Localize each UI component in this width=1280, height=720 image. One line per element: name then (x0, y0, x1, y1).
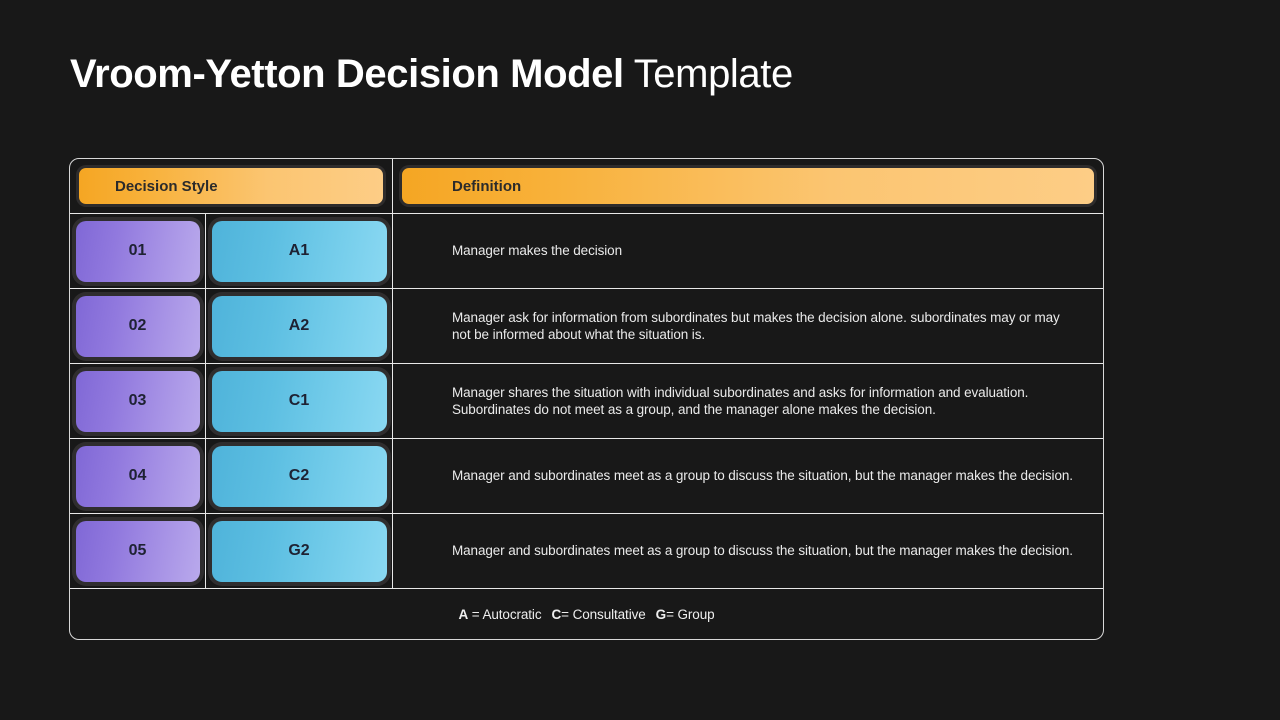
row-definition-text: Manager and subordinates meet as a group… (452, 543, 1073, 559)
row-number-cell: 05 (70, 514, 206, 588)
table-row: 03 C1 Manager shares the situation with … (70, 364, 1103, 439)
row-style-cell: C1 (206, 364, 393, 438)
page-title-bold: Vroom-Yetton Decision Model (70, 52, 624, 96)
row-style-cell: G2 (206, 514, 393, 588)
row-definition-text: Manager and subordinates meet as a group… (452, 468, 1073, 484)
table-row: 02 A2 Manager ask for information from s… (70, 289, 1103, 364)
row-number-pill[interactable]: 04 (75, 445, 200, 507)
row-style-pill[interactable]: A2 (211, 295, 387, 357)
row-style-cell: C2 (206, 439, 393, 513)
page-title: Vroom-Yetton Decision Model Template (70, 47, 793, 101)
row-definition-text: Manager ask for information from subordi… (452, 309, 1060, 343)
decision-style-table: Decision Style Definition 01 A1 Manager … (69, 158, 1104, 640)
legend-value-g: = Group (666, 607, 715, 622)
slide-root: Vroom-Yetton Decision Model Template Dec… (0, 0, 1280, 720)
row-number-cell: 01 (70, 214, 206, 288)
row-number-pill[interactable]: 01 (75, 220, 200, 282)
row-definition-cell: Manager makes the decision (393, 214, 1103, 288)
row-number-pill[interactable]: 05 (75, 520, 200, 582)
legend-text: A = Autocratic C= Consultative G= Group (458, 607, 714, 622)
row-style-pill[interactable]: C2 (211, 445, 387, 507)
legend-value-c: = Consultative (561, 607, 646, 622)
row-definition-cell: Manager and subordinates meet as a group… (393, 514, 1103, 588)
row-definition-text: Manager shares the situation with indivi… (452, 384, 1029, 418)
page-title-light: Template (623, 52, 794, 96)
table-header-row: Decision Style Definition (70, 159, 1103, 214)
row-number-pill[interactable]: 02 (75, 295, 200, 357)
legend-key-a: A (458, 607, 469, 622)
table-legend-row: A = Autocratic C= Consultative G= Group (70, 589, 1103, 639)
row-style-pill[interactable]: C1 (211, 370, 387, 432)
legend-key-c: C (551, 607, 562, 622)
row-style-pill[interactable]: A1 (211, 220, 387, 282)
legend-key-g: G (655, 607, 667, 622)
table-row: 01 A1 Manager makes the decision (70, 214, 1103, 289)
row-style-pill[interactable]: G2 (211, 520, 387, 582)
legend-value-a: = Autocratic (468, 607, 542, 622)
header-cell-decision-style: Decision Style (70, 159, 393, 213)
row-definition-text: Manager makes the decision (452, 243, 622, 259)
table-row: 05 G2 Manager and subordinates meet as a… (70, 514, 1103, 589)
table-row: 04 C2 Manager and subordinates meet as a… (70, 439, 1103, 514)
definition-header-pill: Definition (402, 168, 1094, 204)
row-definition-cell: Manager ask for information from subordi… (393, 289, 1103, 363)
row-number-pill[interactable]: 03 (75, 370, 200, 432)
row-number-cell: 04 (70, 439, 206, 513)
decision-style-header-pill: Decision Style (79, 168, 383, 204)
row-definition-cell: Manager shares the situation with indivi… (393, 364, 1103, 438)
row-number-cell: 03 (70, 364, 206, 438)
header-cell-definition: Definition (393, 159, 1103, 213)
row-number-cell: 02 (70, 289, 206, 363)
row-definition-cell: Manager and subordinates meet as a group… (393, 439, 1103, 513)
row-style-cell: A1 (206, 214, 393, 288)
row-style-cell: A2 (206, 289, 393, 363)
